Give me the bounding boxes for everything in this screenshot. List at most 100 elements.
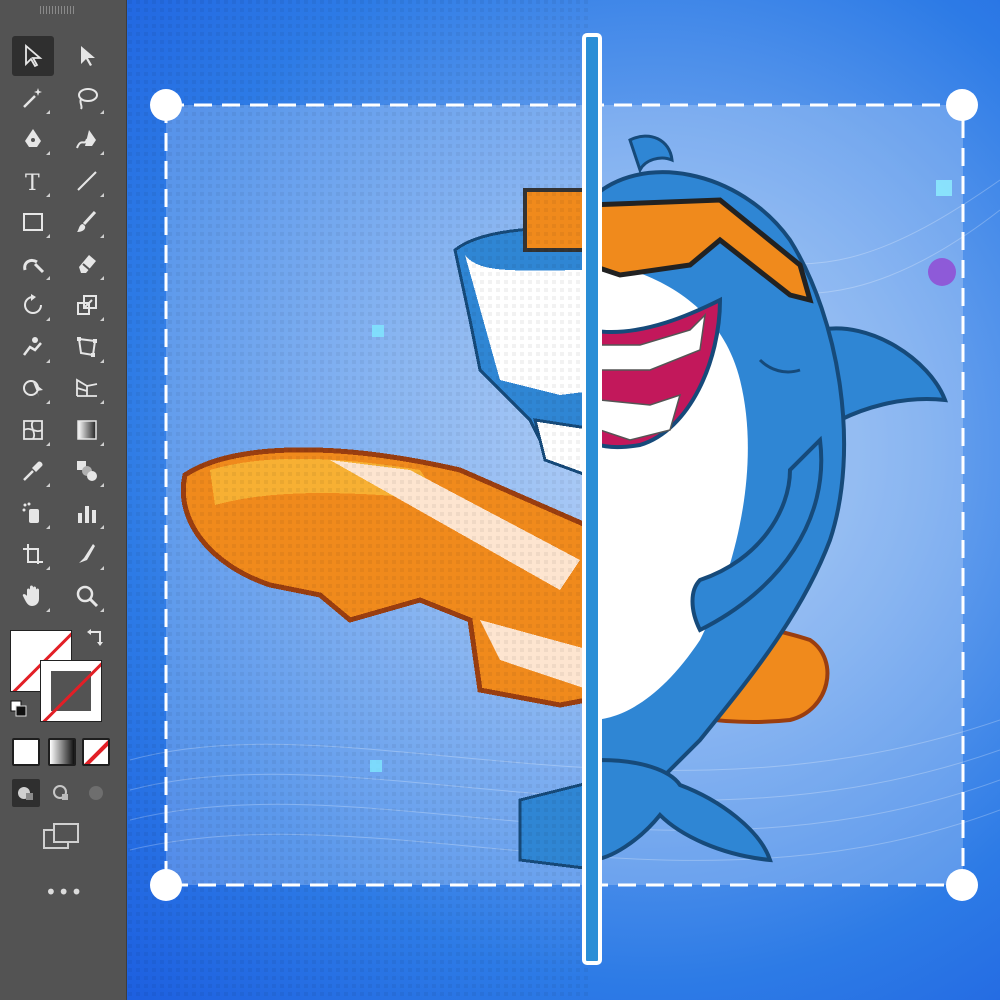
paintbrush-tool[interactable]: [66, 202, 108, 242]
puppet-warp-tool[interactable]: [12, 327, 54, 367]
gradient-tool[interactable]: [66, 410, 108, 450]
stroke-color-swatch[interactable]: [40, 660, 102, 722]
draw-behind-button[interactable]: [47, 779, 75, 807]
color-mode-button[interactable]: [12, 738, 40, 766]
tool-group-indicator: [100, 566, 104, 570]
type-tool[interactable]: T: [12, 161, 54, 201]
perspective-grid-icon: [76, 378, 98, 397]
tool-group-indicator: [46, 317, 50, 321]
tool-group-indicator: [46, 400, 50, 404]
tool-group-indicator: [100, 234, 104, 238]
tool-group-indicator: [100, 275, 104, 280]
magic-wand-icon: [23, 87, 42, 108]
puppet-warp-icon: [23, 336, 42, 356]
tool-group-indicator: [46, 441, 50, 446]
eyedropper-tool[interactable]: [12, 451, 54, 491]
svg-text:T: T: [25, 171, 40, 193]
lasso-icon: [78, 87, 98, 110]
curvature-pen-icon: [76, 130, 96, 149]
eraser-tool[interactable]: [66, 244, 108, 284]
tools-panel: T •••: [0, 0, 127, 1000]
magnifier-icon: [76, 585, 99, 607]
artboard-tool[interactable]: [12, 534, 54, 574]
slice-tool[interactable]: [66, 534, 108, 574]
pen-tool[interactable]: [12, 119, 54, 159]
tool-group-indicator: [46, 151, 50, 155]
artboard-icon: [23, 544, 43, 564]
paintbrush-icon: [77, 210, 97, 232]
tool-group-indicator: [46, 358, 50, 363]
tool-group-indicator: [100, 192, 104, 197]
tool-group-indicator: [46, 607, 50, 612]
curvature-tool[interactable]: [66, 119, 108, 159]
tool-group-indicator: [100, 483, 104, 487]
rectangle-icon: [23, 213, 43, 231]
bar-graph-icon: [78, 505, 96, 523]
arrow-filled-icon: [81, 46, 95, 66]
comparison-divider[interactable]: [582, 33, 602, 965]
none-mode-button[interactable]: [82, 738, 110, 766]
blend-tool[interactable]: [66, 451, 108, 491]
symbol-sprayer-icon: [22, 502, 39, 523]
shape-builder-tool[interactable]: [12, 368, 54, 408]
default-fill-stroke-icon[interactable]: [10, 700, 28, 718]
magic-wand-tool[interactable]: [12, 78, 54, 118]
tool-group-indicator: [100, 607, 104, 612]
type-icon: T: [25, 171, 40, 193]
tool-group-indicator: [46, 524, 50, 529]
edit-toolbar-more-button[interactable]: •••: [45, 882, 82, 902]
tool-group-indicator: [46, 234, 50, 238]
lasso-tool[interactable]: [66, 78, 108, 118]
tool-group-indicator: [46, 109, 50, 114]
line-segment-tool[interactable]: [66, 161, 108, 201]
panel-grip[interactable]: [40, 6, 76, 14]
artboard-canvas[interactable]: [127, 0, 1000, 1000]
selection-tool[interactable]: [12, 36, 54, 76]
mesh-tool[interactable]: [12, 410, 54, 450]
zoom-tool[interactable]: [66, 576, 108, 616]
tool-group-indicator: [100, 441, 104, 446]
eraser-icon: [79, 254, 96, 273]
rotate-tool[interactable]: [12, 285, 54, 325]
blend-icon: [77, 461, 97, 481]
resize-handle-bottom-right[interactable]: [946, 869, 978, 901]
scale-icon: [77, 295, 97, 315]
tool-group-indicator: [100, 151, 104, 155]
arrow-outline-icon: [25, 44, 43, 68]
hand-tool[interactable]: [12, 576, 54, 616]
slice-icon: [79, 544, 95, 563]
perspective-grid-tool[interactable]: [66, 368, 108, 408]
column-graph-tool[interactable]: [66, 493, 108, 533]
tool-group-indicator: [100, 109, 104, 114]
pen-icon: [25, 129, 41, 147]
resize-handle-top-right[interactable]: [946, 89, 978, 121]
draw-inside-button[interactable]: [82, 779, 110, 807]
tool-group-indicator: [46, 483, 50, 487]
line-icon: [77, 170, 97, 191]
tool-group-indicator: [100, 317, 104, 321]
draw-normal-button[interactable]: [12, 779, 40, 807]
shaper-icon: [23, 258, 45, 273]
tool-group-indicator: [100, 400, 104, 404]
pixelated-shark-half: [127, 0, 592, 1000]
direct-selection-tool[interactable]: [66, 36, 108, 76]
gradient-mode-button[interactable]: [48, 738, 76, 766]
free-transform-icon: [77, 336, 97, 357]
tool-group-indicator: [100, 358, 104, 363]
free-transform-tool[interactable]: [66, 327, 108, 367]
tool-group-indicator: [46, 566, 50, 570]
scale-tool[interactable]: [66, 285, 108, 325]
screen-mode-icon[interactable]: [42, 822, 82, 852]
hand-icon: [22, 585, 39, 606]
shaper-tool[interactable]: [12, 244, 54, 284]
gradient-icon: [77, 419, 97, 440]
tool-group-indicator: [46, 192, 50, 197]
resize-handle-bottom-left[interactable]: [150, 869, 182, 901]
swap-fill-stroke-icon[interactable]: [86, 628, 106, 648]
symbol-sprayer-tool[interactable]: [12, 493, 54, 533]
rectangle-tool[interactable]: [12, 202, 54, 242]
mesh-icon: [23, 419, 43, 440]
rotate-icon: [24, 294, 42, 314]
eyedropper-icon: [23, 461, 43, 481]
resize-handle-top-left[interactable]: [150, 89, 182, 121]
